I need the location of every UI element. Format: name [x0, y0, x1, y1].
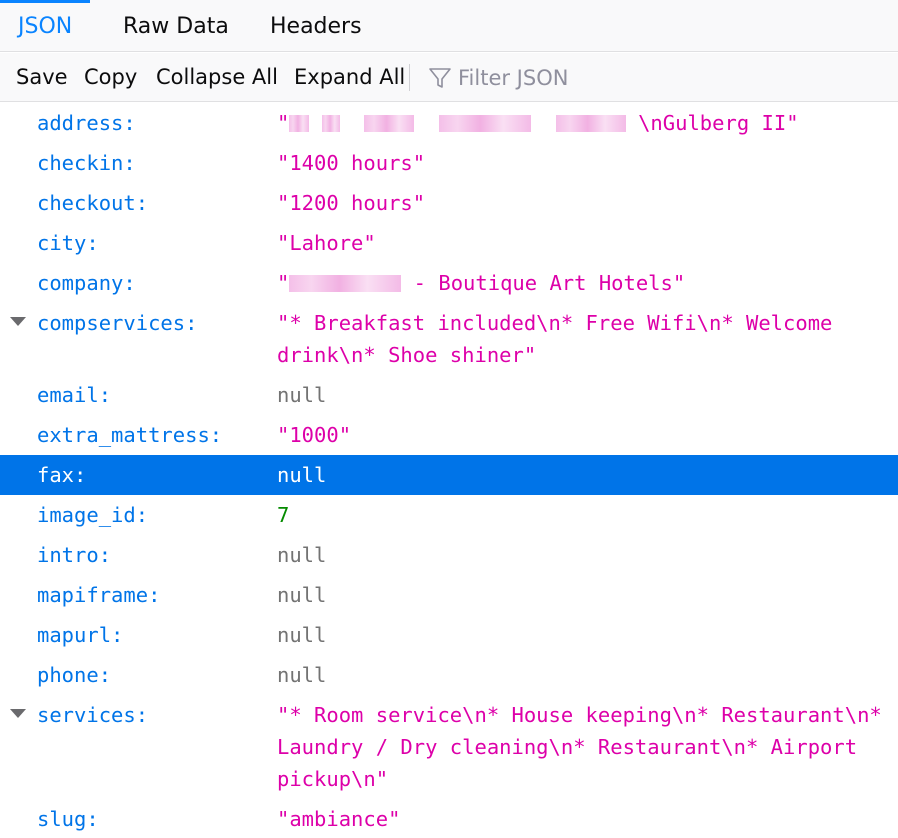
json-value: null [277, 583, 327, 607]
save-button[interactable]: Save [16, 53, 68, 102]
json-key: address: [37, 111, 136, 135]
json-key: services: [37, 703, 149, 727]
json-row-checkin[interactable]: checkin: "1400 hours" [0, 143, 898, 183]
json-row-address[interactable]: address: " \nGulberg II" [0, 103, 898, 143]
json-key: mapurl: [37, 623, 124, 647]
json-value: "1400 hours" [277, 151, 426, 175]
json-key: email: [37, 383, 112, 407]
json-value: " \nGulberg II" [277, 111, 799, 135]
json-key: compservices: [37, 311, 198, 335]
tab-raw-data[interactable]: Raw Data [105, 0, 247, 52]
json-key: company: [37, 271, 136, 295]
filter-icon [429, 68, 451, 88]
filter-json-input[interactable] [458, 60, 878, 95]
json-value: " - Boutique Art Hotels" [277, 271, 686, 295]
redacted-text [439, 115, 532, 132]
json-key: checkin: [37, 151, 136, 175]
redacted-text [289, 275, 402, 292]
json-row-mapurl[interactable]: mapurl: null [0, 615, 898, 655]
json-value: "1200 hours" [277, 191, 426, 215]
json-value: "Lahore" [277, 231, 376, 255]
json-row-image-id[interactable]: image_id: 7 [0, 495, 898, 535]
expand-toggle-icon[interactable] [10, 317, 26, 326]
redacted-text [364, 115, 415, 132]
collapse-all-button[interactable]: Collapse All [156, 53, 278, 102]
json-key: slug: [37, 807, 99, 831]
json-row-slug[interactable]: slug: "ambiance" [0, 799, 898, 838]
json-value: "* Room service\n* House keeping\n* Rest… [277, 703, 895, 791]
json-row-compservices[interactable]: compservices: "* Breakfast included\n* F… [0, 303, 898, 375]
redacted-text [321, 115, 340, 132]
json-row-company[interactable]: company: " - Boutique Art Hotels" [0, 263, 898, 303]
redacted-text [555, 115, 626, 132]
json-row-checkout[interactable]: checkout: "1200 hours" [0, 183, 898, 223]
json-value: null [277, 543, 327, 567]
json-value: null [277, 383, 327, 407]
json-row-phone[interactable]: phone: null [0, 655, 898, 695]
json-row-city[interactable]: city: "Lahore" [0, 223, 898, 263]
json-key: checkout: [37, 191, 149, 215]
json-value: "ambiance" [277, 807, 401, 831]
copy-button[interactable]: Copy [84, 53, 137, 102]
tab-json[interactable]: JSON [0, 0, 91, 52]
json-toolbar: Save Copy Collapse All Expand All [0, 53, 898, 102]
json-row-services[interactable]: services: "* Room service\n* House keepi… [0, 695, 898, 799]
json-row-extra-mattress[interactable]: extra_mattress: "1000" [0, 415, 898, 455]
redacted-text [289, 115, 310, 132]
json-key: city: [37, 231, 99, 255]
json-tree: address: " \nGulberg II" checkin: "1400 … [0, 103, 898, 838]
json-row-email[interactable]: email: null [0, 375, 898, 415]
json-value: "1000" [277, 423, 352, 447]
json-key: extra_mattress: [37, 423, 223, 447]
viewer-tabs: JSON Raw Data Headers [0, 0, 898, 52]
json-value: null [277, 463, 327, 487]
toolbar-divider [409, 64, 410, 91]
json-key: phone: [37, 663, 112, 687]
json-row-intro[interactable]: intro: null [0, 535, 898, 575]
expand-toggle-icon[interactable] [10, 709, 26, 718]
expand-all-button[interactable]: Expand All [294, 53, 405, 102]
json-key: intro: [37, 543, 112, 567]
json-value: 7 [277, 503, 290, 527]
json-key: mapiframe: [37, 583, 161, 607]
json-key: fax: [37, 463, 87, 487]
json-value: null [277, 663, 327, 687]
json-row-fax[interactable]: fax: null [0, 455, 898, 495]
json-value: "* Breakfast included\n* Free Wifi\n* We… [277, 311, 845, 367]
tab-headers[interactable]: Headers [252, 0, 380, 52]
json-key: image_id: [37, 503, 149, 527]
filter-box[interactable] [428, 53, 888, 102]
json-row-mapiframe[interactable]: mapiframe: null [0, 575, 898, 615]
json-value: null [277, 623, 327, 647]
